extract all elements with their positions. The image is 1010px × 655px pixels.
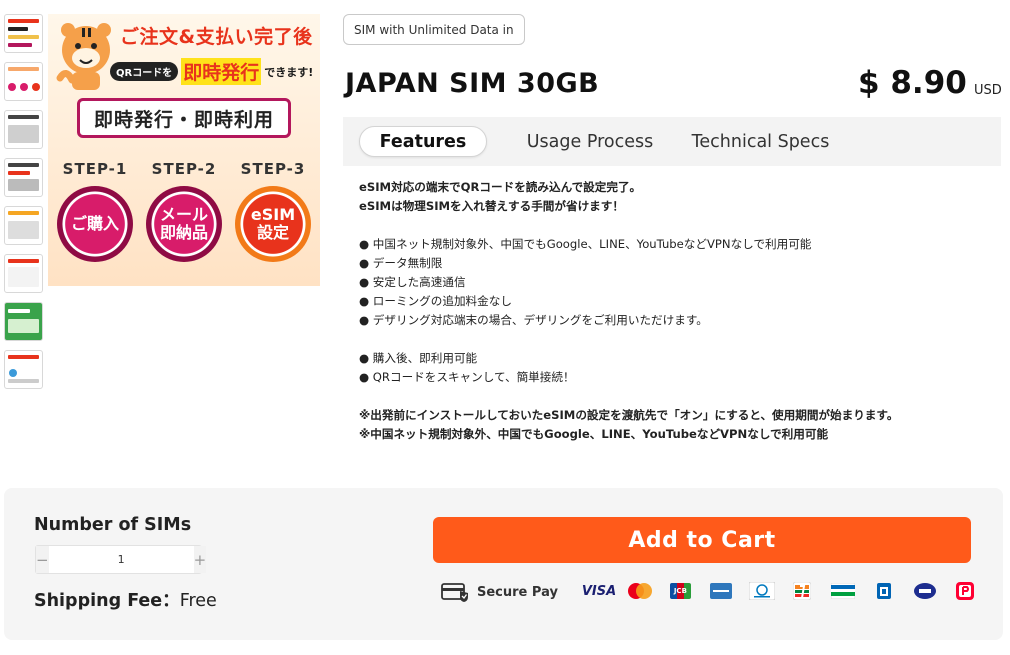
shipping-fee-value: Free (179, 591, 217, 611)
image-instant-box: 即時発行・即時利用 (77, 98, 291, 138)
shipping-fee-label: Shipping Fee： (34, 591, 180, 611)
main-product-image: ご注文&支払い完了後 QRコードを 即時発行 できます! 即時発行・即時利用 S… (48, 14, 320, 286)
seven-eleven-icon (787, 581, 817, 601)
thumbnail-2[interactable] (4, 62, 43, 101)
image-step-3-circle: eSIM 設定 (235, 186, 311, 262)
product-tag-chip[interactable]: SIM with Unlimited Data in (343, 14, 525, 45)
quantity-input[interactable] (48, 546, 194, 573)
tab-technical-specs[interactable]: Technical Specs (683, 126, 838, 157)
quantity-increase-button[interactable]: + (193, 546, 207, 573)
image-step-1-label: STEP-1 (62, 160, 128, 178)
image-step-3-label: STEP-3 (240, 160, 306, 178)
features-bullet: ● ローミングの追加料金なし (359, 294, 512, 308)
jcb-icon-text: JCB (673, 587, 687, 595)
ministop-icon (910, 581, 940, 601)
product-price: $ 8.90 (858, 65, 967, 101)
payment-methods: VISA JCB (581, 581, 991, 601)
secure-card-icon (441, 583, 468, 602)
features-bullet: ● データ無制限 (359, 256, 443, 270)
paypay-icon (950, 581, 980, 601)
quantity-decrease-button[interactable]: − (36, 546, 49, 573)
visa-icon-text: VISA (581, 583, 617, 599)
tab-usage-process[interactable]: Usage Process (515, 126, 665, 157)
product-title: JAPAN SIM 30GB (345, 68, 600, 99)
diners-icon (747, 581, 777, 601)
image-qr-highlight: 即時発行 (181, 58, 262, 85)
image-step-3-text-a: eSIM (250, 205, 296, 224)
quantity-stepper: − + (35, 545, 207, 574)
image-step-2-text-a: メール (159, 205, 208, 224)
features-bullet: ● 安定した高速通信 (359, 275, 466, 289)
amex-icon (706, 581, 736, 601)
familymart-icon (828, 581, 858, 601)
thumbnail-list (4, 14, 44, 398)
shipping-fee: Shipping Fee：Free (34, 587, 217, 612)
tab-features[interactable]: Features (359, 126, 487, 157)
purchase-bar: Number of SIMs − + Shipping Fee：Free Add… (4, 488, 1003, 640)
mastercard-icon (625, 581, 655, 601)
features-bullet: ● QRコードをスキャンして、簡単接続！ (359, 370, 575, 384)
tiger-mascot-icon (56, 23, 111, 90)
secure-pay: Secure Pay (441, 581, 558, 603)
features-bullet: ● デザリング対応端末の場合、デザリングをご利用いただけます。 (359, 313, 708, 327)
thumbnail-5[interactable] (4, 206, 43, 245)
features-bullet: ● 中国ネット規制対象外、中国でもGoogle、LINE、YouTubeなどVP… (359, 237, 812, 251)
quantity-label: Number of SIMs (34, 515, 192, 535)
image-step-2-circle: メール 即納品 (146, 186, 222, 262)
jcb-icon: JCB (665, 581, 695, 601)
image-qr-row: QRコードを 即時発行 できます! (110, 58, 313, 85)
image-step-2-label: STEP-2 (151, 160, 217, 178)
features-note: ※中国ネット規制対象外、中国でもGoogle、LINE、YouTubeなどVPN… (359, 427, 829, 441)
image-step-3-text-b: 設定 (256, 223, 289, 242)
thumbnail-3[interactable] (4, 110, 43, 149)
features-intro-line: eSIMは物理SIMを入れ替えする手間が省けます！ (359, 199, 624, 213)
thumbnail-4[interactable] (4, 158, 43, 197)
add-to-cart-button[interactable]: Add to Cart (433, 517, 971, 563)
product-tabs: Features Usage Process Technical Specs (343, 117, 1001, 166)
image-step-1-text: ご購入 (70, 214, 119, 233)
image-qr-label: QRコードを (110, 62, 179, 81)
lawson-icon (869, 581, 899, 601)
image-step-1-circle: ご購入 (57, 186, 133, 262)
thumbnail-8[interactable] (4, 350, 43, 389)
price-currency: USD (974, 83, 1002, 98)
image-qr-suffix: できます! (264, 65, 314, 79)
image-headline: ご注文&支払い完了後 (120, 26, 313, 48)
features-note: ※出発前にインストールしておいたeSIMの設定を渡航先で「オン」にすると、使用期… (359, 408, 899, 422)
features-panel: eSIM対応の端末でQRコードを読み込んで設定完了。 eSIMは物理SIMを入れ… (359, 178, 999, 444)
image-step-2-text-b: 即納品 (159, 223, 208, 242)
secure-pay-label: Secure Pay (477, 584, 558, 600)
features-bullet: ● 購入後、即利用可能 (359, 351, 478, 365)
features-intro-line: eSIM対応の端末でQRコードを読み込んで設定完了。 (359, 180, 642, 194)
thumbnail-1[interactable] (4, 14, 43, 53)
visa-icon: VISA (581, 581, 617, 601)
thumbnail-6[interactable] (4, 254, 43, 293)
thumbnail-7[interactable] (4, 302, 43, 341)
